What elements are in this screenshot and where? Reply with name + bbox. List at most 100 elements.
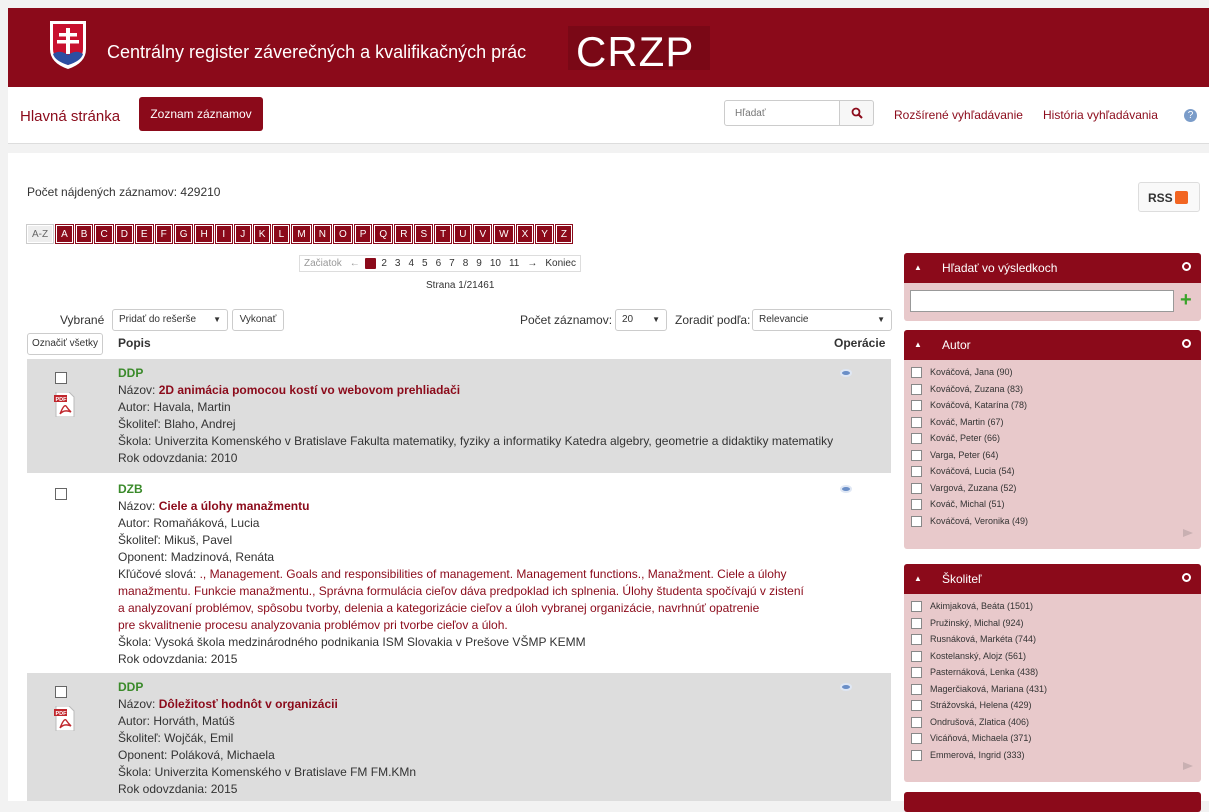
letter-c[interactable]: C <box>94 224 114 244</box>
pager-page-1[interactable]: 1 <box>364 258 377 269</box>
search-button[interactable] <box>840 100 874 126</box>
facet-checkbox[interactable] <box>911 601 922 612</box>
pager-end[interactable]: Koniec <box>541 256 580 271</box>
pager-page-2[interactable]: 2 <box>377 256 391 271</box>
record-title-link[interactable]: Ciele a úlohy manažmentu <box>159 499 310 513</box>
facet-item[interactable]: Strážovská, Helena (429) <box>904 697 1201 714</box>
letter-i[interactable]: I <box>214 224 233 244</box>
more-arrow-icon[interactable] <box>1183 762 1193 770</box>
panel-header[interactable]: ▲ Hľadať vo výsledkoch <box>904 253 1201 283</box>
letter-n[interactable]: N <box>312 224 332 244</box>
filter-results-input[interactable] <box>910 290 1174 312</box>
per-page-select[interactable]: 20 ▼ <box>615 309 667 331</box>
facet-item[interactable]: Kostelanský, Alojz (561) <box>904 648 1201 665</box>
pager-prev[interactable]: ← <box>346 256 364 271</box>
facet-checkbox[interactable] <box>911 634 922 645</box>
letter-p[interactable]: P <box>353 224 373 244</box>
record-title-link[interactable]: Dôležitosť hodnôt v organizácii <box>159 697 338 711</box>
facet-item[interactable]: Kováč, Michal (51) <box>904 496 1201 513</box>
mark-all-button[interactable]: Označiť všetky <box>27 333 103 355</box>
facet-checkbox[interactable] <box>911 733 922 744</box>
record-checkbox[interactable] <box>55 488 67 500</box>
facet-item[interactable]: Ondrušová, Zlatica (406) <box>904 714 1201 731</box>
more-arrow-icon[interactable] <box>1183 529 1193 537</box>
facet-item[interactable]: Vicáňová, Michaela (371) <box>904 730 1201 747</box>
facet-checkbox[interactable] <box>911 617 922 629</box>
view-detail-icon[interactable] <box>840 683 852 691</box>
letter-x[interactable]: X <box>515 224 535 244</box>
view-detail-icon[interactable] <box>840 485 852 493</box>
facet-item[interactable]: Pasternáková, Lenka (438) <box>904 664 1201 681</box>
facet-item[interactable]: Magerčiaková, Mariana (431) <box>904 681 1201 698</box>
pager-page-4[interactable]: 4 <box>404 256 418 271</box>
panel-header[interactable]: ▲ Školiteľ <box>904 564 1201 594</box>
letter-o[interactable]: O <box>332 224 353 244</box>
letter-u[interactable]: U <box>453 224 473 244</box>
pager-page-10[interactable]: 10 <box>486 256 505 271</box>
letter-g[interactable]: G <box>173 224 194 244</box>
letter-y[interactable]: Y <box>535 224 554 244</box>
facet-item[interactable]: Kováč, Martin (67) <box>904 414 1201 431</box>
facet-checkbox[interactable] <box>911 433 922 444</box>
pager-page-5[interactable]: 5 <box>418 256 432 271</box>
pdf-icon[interactable]: PDF <box>54 392 76 417</box>
pager-page-7[interactable]: 7 <box>445 256 459 271</box>
letter-m[interactable]: M <box>291 224 312 244</box>
pdf-icon[interactable]: PDF <box>54 706 76 731</box>
facet-item[interactable]: Varga, Peter (64) <box>904 447 1201 464</box>
facet-checkbox[interactable] <box>911 482 922 494</box>
facet-item[interactable]: Pružinský, Michal (924) <box>904 615 1201 632</box>
next-facet-panel[interactable] <box>904 792 1201 812</box>
letter-l[interactable]: L <box>272 224 291 244</box>
pager-start[interactable]: Začiatok <box>300 256 346 271</box>
pager-page-11[interactable]: 11 <box>505 256 523 271</box>
letter-s[interactable]: S <box>414 224 434 244</box>
letter-t[interactable]: T <box>434 224 453 244</box>
letter-a[interactable]: A <box>55 224 74 244</box>
letter-d[interactable]: D <box>114 224 134 244</box>
rss-button[interactable]: RSS <box>1138 182 1200 212</box>
panel-header[interactable]: ▲ Autor <box>904 330 1201 360</box>
pager-page-6[interactable]: 6 <box>432 256 446 271</box>
letter-q[interactable]: Q <box>373 224 394 244</box>
pager-page-8[interactable]: 8 <box>459 256 473 271</box>
facet-item[interactable]: Kováčová, Lucia (54) <box>904 463 1201 480</box>
letter-j[interactable]: J <box>233 224 252 244</box>
view-detail-icon[interactable] <box>840 369 852 377</box>
record-checkbox[interactable] <box>55 686 67 698</box>
search-history-link[interactable]: História vyhľadávania <box>1043 108 1158 122</box>
letter-h[interactable]: H <box>194 224 214 244</box>
facet-item[interactable]: Rusnáková, Markéta (744) <box>904 631 1201 648</box>
facet-item[interactable]: Emmerová, Ingrid (333) <box>904 747 1201 764</box>
facet-checkbox[interactable] <box>911 499 922 510</box>
letter-k[interactable]: K <box>252 224 272 244</box>
pager-page-3[interactable]: 3 <box>391 256 405 271</box>
facet-checkbox[interactable] <box>911 683 922 695</box>
record-checkbox[interactable] <box>55 372 67 384</box>
facet-checkbox[interactable] <box>911 400 922 411</box>
facet-checkbox[interactable] <box>911 416 922 428</box>
facet-checkbox[interactable] <box>911 466 922 477</box>
facet-checkbox[interactable] <box>911 749 922 761</box>
nav-home-link[interactable]: Hlavná stránka <box>20 108 120 125</box>
pager-page-9[interactable]: 9 <box>472 256 486 271</box>
facet-checkbox[interactable] <box>911 449 922 461</box>
letter-e[interactable]: E <box>134 224 154 244</box>
selected-action-select[interactable]: Pridať do rešerše ▼ <box>112 309 228 331</box>
letter-w[interactable]: W <box>493 224 515 244</box>
facet-checkbox[interactable] <box>911 515 922 527</box>
add-filter-icon[interactable]: + <box>1180 289 1192 311</box>
letter-all[interactable]: A-Z <box>25 224 55 244</box>
letter-z[interactable]: Z <box>554 224 574 244</box>
facet-checkbox[interactable] <box>911 716 922 728</box>
facet-item[interactable]: Vargová, Zuzana (52) <box>904 480 1201 497</box>
execute-button[interactable]: Vykonať <box>232 309 284 331</box>
letter-r[interactable]: R <box>394 224 414 244</box>
search-input[interactable] <box>724 100 840 126</box>
advanced-search-link[interactable]: Rozšírené vyhľadávanie <box>894 108 1023 122</box>
facet-item[interactable]: Kováčová, Jana (90) <box>904 364 1201 381</box>
facet-checkbox[interactable] <box>911 667 922 678</box>
facet-item[interactable]: Kováčová, Zuzana (83) <box>904 381 1201 398</box>
facet-checkbox[interactable] <box>911 383 922 395</box>
facet-item[interactable]: Akimjaková, Beáta (1501) <box>904 598 1201 615</box>
